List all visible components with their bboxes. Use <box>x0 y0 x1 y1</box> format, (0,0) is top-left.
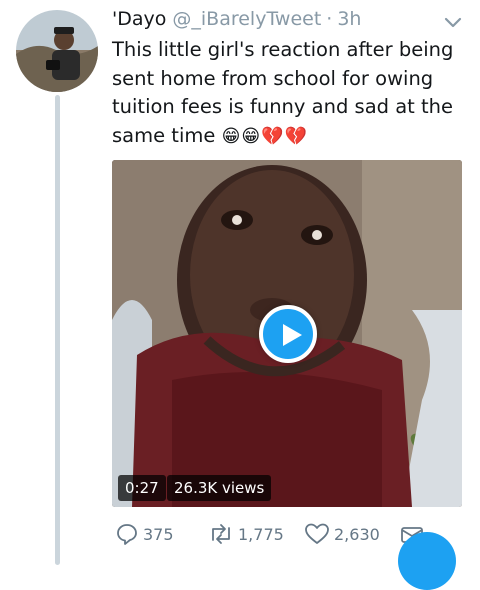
tweet-header: 'Dayo @_iBarelyTweet · 3h <box>112 8 361 34</box>
tweet-text: This little girl's reaction after being … <box>112 36 462 151</box>
view-count: 26.3K views <box>167 475 272 501</box>
retweet-icon <box>212 524 230 544</box>
avatar[interactable] <box>16 10 98 92</box>
like-button[interactable]: 2,630 <box>304 522 380 546</box>
separator-dot: · <box>326 8 333 30</box>
play-icon <box>283 324 302 346</box>
reply-count: 375 <box>143 524 174 544</box>
timestamp[interactable]: 3h <box>337 8 361 30</box>
tweet-emojis: 😁😁💔💔 <box>221 125 308 147</box>
heart-icon <box>305 523 329 544</box>
user-handle[interactable]: @_iBarelyTweet <box>172 8 321 30</box>
avatar-photo <box>16 10 98 92</box>
compose-tweet-button[interactable] <box>398 532 456 590</box>
retweet-button[interactable]: 1,775 <box>208 522 284 546</box>
display-name[interactable]: 'Dayo <box>112 8 166 30</box>
retweet-count: 1,775 <box>238 524 284 544</box>
video-duration: 0:27 <box>118 475 166 501</box>
play-button[interactable] <box>259 305 317 363</box>
reply-icon <box>117 524 137 545</box>
reply-button[interactable]: 375 <box>115 522 174 546</box>
video-player[interactable]: 0:27 26.3K views <box>112 160 462 507</box>
chevron-down-icon[interactable] <box>443 15 463 29</box>
thread-line <box>55 95 60 565</box>
like-count: 2,630 <box>334 524 380 544</box>
